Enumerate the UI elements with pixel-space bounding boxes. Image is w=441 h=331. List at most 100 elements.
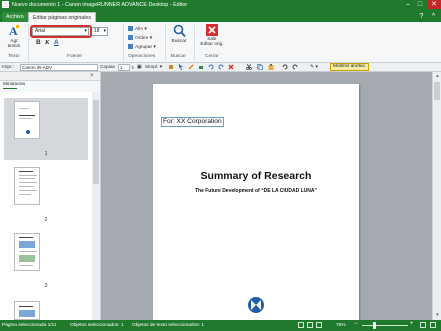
scroll-down-icon[interactable]: ▼ bbox=[434, 312, 441, 317]
preview-line bbox=[19, 182, 37, 183]
copy-icon[interactable] bbox=[257, 64, 263, 70]
printer-value: Canon iR-ADV bbox=[22, 65, 53, 70]
copies-stepper[interactable]: ⇕ bbox=[131, 64, 134, 71]
copies-input[interactable]: 1 bbox=[118, 64, 130, 71]
preview-line bbox=[19, 194, 31, 195]
printer-select[interactable]: Canon iR-ADV bbox=[20, 64, 98, 71]
thumbnail-scrollbar[interactable] bbox=[92, 92, 100, 320]
print-label: Impr.: bbox=[2, 65, 14, 70]
page-preview bbox=[14, 167, 40, 205]
exit-label-2: Editar orig. bbox=[200, 42, 224, 47]
status-selected-objects: Objetos seleccionados: 1 bbox=[70, 323, 124, 328]
exit-edit-originals-button[interactable]: Salir Editar orig. bbox=[198, 24, 226, 47]
order-button[interactable]: Orden ▾ bbox=[128, 35, 152, 42]
zoom-level: 75% bbox=[336, 323, 346, 328]
scroll-up-icon[interactable]: ▲ bbox=[434, 73, 441, 78]
zoom-slider-handle[interactable] bbox=[373, 322, 376, 329]
thumbnail-page-4[interactable] bbox=[4, 298, 88, 320]
help-icon[interactable]: ? bbox=[417, 12, 426, 21]
order-icon bbox=[128, 35, 133, 40]
document-page: For: XX Corporation Summary of Research … bbox=[153, 84, 359, 320]
ribbon-divider bbox=[28, 24, 29, 61]
thumbnail-number: 2 bbox=[44, 217, 48, 223]
add-text-icon: A bbox=[9, 24, 19, 38]
status-selected-text-objects: Objetos de texto seleccionados: 1 bbox=[132, 323, 204, 328]
preview-line bbox=[19, 108, 29, 109]
zoom-slider[interactable] bbox=[362, 325, 408, 326]
page-preview bbox=[14, 301, 40, 320]
preview-line bbox=[19, 115, 35, 116]
font-size-select[interactable]: 18 ▾ bbox=[91, 27, 108, 36]
document-scrollbar[interactable]: ▲ ▼ bbox=[432, 72, 441, 320]
fit-page-icon[interactable] bbox=[420, 322, 426, 328]
italic-button[interactable]: K bbox=[45, 39, 49, 46]
two-page-view-icon[interactable] bbox=[307, 322, 313, 328]
undo-icon[interactable] bbox=[208, 64, 214, 70]
edit-icon[interactable] bbox=[188, 64, 194, 70]
group-button[interactable]: Agrupar ▾ bbox=[128, 44, 156, 51]
maximize-button[interactable]: □ bbox=[414, 0, 426, 9]
collapse-ribbon-icon[interactable]: ^ bbox=[429, 12, 438, 21]
preview-line bbox=[19, 306, 33, 307]
search-button[interactable]: Buscar bbox=[168, 24, 190, 44]
group-label: Agrupar bbox=[135, 45, 153, 50]
stamp-icon[interactable] bbox=[198, 64, 204, 70]
highlight-callout bbox=[30, 25, 92, 38]
window-title: Nuevo documento 1 - Canon imageRUNNER AD… bbox=[12, 2, 188, 8]
bold-button[interactable]: B bbox=[36, 39, 41, 46]
status-bar: Página seleccionada 1/11 Objetos selecci… bbox=[0, 320, 441, 331]
preview-chart bbox=[19, 241, 35, 248]
tab-underline bbox=[3, 88, 17, 89]
preview-logo bbox=[26, 130, 30, 134]
copies-label: Copias bbox=[100, 65, 115, 70]
font-size-value: 18 bbox=[94, 28, 100, 34]
preview-chart bbox=[19, 310, 35, 317]
group-label-operations: Operaciones bbox=[128, 54, 156, 59]
print-icon[interactable]: ▣ bbox=[137, 64, 142, 71]
close-pane-icon[interactable]: × bbox=[90, 73, 94, 79]
redo-icon[interactable] bbox=[218, 64, 224, 70]
align-button[interactable]: Alin ▾ bbox=[128, 26, 147, 33]
preview-line bbox=[19, 175, 37, 176]
preview-line bbox=[19, 265, 33, 266]
company-logo-icon bbox=[248, 297, 264, 313]
print-mode-select[interactable]: Simpl. ▾ bbox=[145, 64, 162, 71]
status-selected-page: Página seleccionada 1/11 bbox=[2, 323, 57, 328]
scrollbar-thumb[interactable] bbox=[93, 100, 99, 184]
document-subtitle[interactable]: The Future Development of “DE LA CIUDAD … bbox=[153, 188, 359, 194]
tab-archivo[interactable]: Archivo bbox=[2, 12, 28, 22]
fit-width-icon[interactable] bbox=[430, 322, 436, 328]
cut-icon[interactable] bbox=[246, 64, 252, 70]
preview-line bbox=[19, 171, 33, 172]
thumbnail-page-1[interactable]: 1 bbox=[4, 98, 88, 160]
rotate-left-icon[interactable] bbox=[282, 64, 288, 70]
sign-menu-button[interactable]: ✎ ▾ bbox=[310, 64, 318, 71]
selected-text-box[interactable]: For: XX Corporation bbox=[161, 117, 224, 127]
ribbon-divider bbox=[165, 24, 166, 61]
single-page-view-icon[interactable] bbox=[298, 322, 304, 328]
close-button[interactable]: ✕ bbox=[427, 0, 441, 9]
thumbnail-page-2[interactable]: 2 bbox=[4, 164, 88, 226]
hand-tool-icon[interactable] bbox=[168, 64, 174, 70]
select-tool-icon[interactable] bbox=[178, 64, 184, 70]
thumbnail-page-3[interactable]: 3 bbox=[4, 230, 88, 292]
tab-editar-paginas-originales[interactable]: Editar páginas originales bbox=[28, 12, 97, 22]
thumbnail-number: 1 bbox=[44, 151, 48, 157]
search-label: Buscar bbox=[171, 39, 187, 44]
rotate-right-icon[interactable] bbox=[292, 64, 298, 70]
add-text-button[interactable]: A Agr textos bbox=[4, 24, 24, 49]
minimize-button[interactable]: – bbox=[402, 0, 414, 9]
close-icon bbox=[206, 24, 218, 36]
continuous-view-icon[interactable] bbox=[316, 322, 322, 328]
delete-icon[interactable] bbox=[228, 64, 234, 70]
paste-icon[interactable] bbox=[268, 64, 274, 70]
group-icon bbox=[128, 44, 133, 49]
show-annotations-button[interactable]: Mostrar anotac. bbox=[330, 63, 370, 71]
document-title[interactable]: Summary of Research bbox=[153, 170, 359, 182]
font-color-button[interactable]: A bbox=[54, 39, 59, 46]
scrollbar-thumb[interactable] bbox=[434, 82, 440, 100]
document-canvas: For: XX Corporation Summary of Research … bbox=[101, 72, 432, 320]
group-label-text: Texto bbox=[8, 54, 20, 59]
zoom-out-icon[interactable]: − bbox=[354, 321, 358, 328]
zoom-in-icon[interactable]: + bbox=[410, 321, 414, 328]
